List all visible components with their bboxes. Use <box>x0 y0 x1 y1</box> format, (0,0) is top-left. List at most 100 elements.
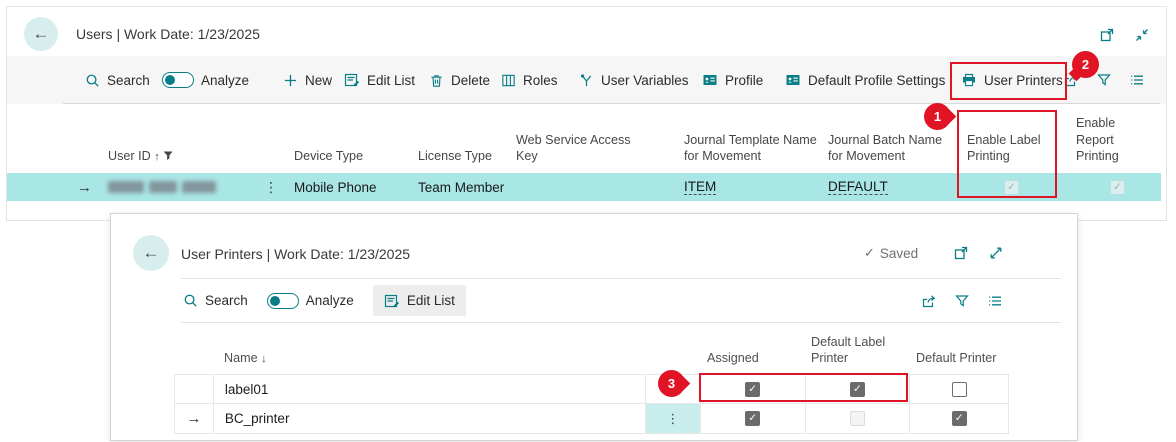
profile-button[interactable]: Profile <box>702 56 763 104</box>
roles-label: Roles <box>523 73 558 88</box>
printers-table-header-row: Name ↓ Assigned Default Label Printer De… <box>174 322 1009 374</box>
page-title: Users | Work Date: 1/23/2025 <box>76 26 260 42</box>
journal-batch-cell[interactable]: DEFAULT <box>828 173 888 201</box>
analyze-label: Analyze <box>201 73 249 88</box>
default-printer-checkbox-cell[interactable] <box>910 404 1008 433</box>
row-selector-cell[interactable]: → <box>175 404 214 433</box>
menu-icon[interactable] <box>1129 72 1145 88</box>
journal-template-cell[interactable]: ITEM <box>684 173 716 201</box>
back-button[interactable]: ← <box>24 17 58 51</box>
collapse-window-icon[interactable] <box>1134 27 1150 43</box>
filter-icon[interactable] <box>1096 72 1112 88</box>
column-header-name[interactable]: Name ↓ <box>224 350 267 367</box>
sort-descending-icon: ↓ <box>261 353 267 365</box>
row-ellipsis-cell[interactable] <box>646 375 701 403</box>
share-icon[interactable] <box>1063 72 1079 88</box>
printer-row-label01[interactable]: label01 <box>174 374 1009 404</box>
trash-icon <box>429 73 444 88</box>
saved-indicator: ✓ Saved <box>864 245 918 261</box>
license-type-cell: Team Member <box>418 173 504 201</box>
column-header-assigned[interactable]: Assigned <box>707 350 807 367</box>
user-printers-button[interactable]: User Printers <box>961 56 1063 104</box>
column-header-enable-label-printing[interactable]: Enable Label Printing <box>967 132 1059 165</box>
search-button[interactable]: Search <box>85 56 150 104</box>
search-icon <box>183 293 198 308</box>
profile-label: Profile <box>725 73 763 88</box>
row-selector-arrow-icon: → <box>77 173 92 201</box>
column-header-user-id[interactable]: User ID ↑ <box>108 148 258 165</box>
dialog-search-button[interactable]: Search <box>183 293 248 308</box>
delete-button[interactable]: Delete <box>429 56 490 104</box>
back-arrow-icon: ← <box>143 243 160 263</box>
dialog-edit-list-label: Edit List <box>407 293 455 308</box>
analyze-toggle[interactable] <box>162 72 194 88</box>
enable-report-printing-checkbox <box>1110 173 1125 201</box>
assigned-checkbox-cell[interactable] <box>701 404 806 433</box>
new-label: New <box>305 73 332 88</box>
profile-settings-card-icon <box>785 72 801 88</box>
row-selector-arrow-icon: → <box>186 410 201 427</box>
default-label-printer-checkbox[interactable] <box>850 382 865 397</box>
menu-icon[interactable] <box>987 293 1003 309</box>
default-printer-checkbox[interactable] <box>952 411 967 426</box>
user-variables-label: User Variables <box>601 73 689 88</box>
column-header-default-label-printer[interactable]: Default Label Printer <box>811 334 903 367</box>
open-in-new-window-icon[interactable] <box>1099 27 1115 43</box>
user-printers-label: User Printers <box>984 73 1063 88</box>
row-ellipsis-cell[interactable]: ⋮ <box>646 404 701 433</box>
profile-card-icon <box>702 72 718 88</box>
share-icon[interactable] <box>921 293 937 309</box>
printer-name-cell[interactable]: BC_printer <box>214 404 646 433</box>
user-variables-button[interactable]: User Variables <box>579 56 689 104</box>
expand-window-icon[interactable] <box>988 245 1004 261</box>
printer-name-cell[interactable]: label01 <box>214 375 646 403</box>
analyze-toggle-group: Analyze <box>162 56 249 104</box>
column-header-web-service-access-key[interactable]: Web Service Access Key <box>516 132 646 165</box>
new-button[interactable]: New <box>283 56 332 104</box>
column-filter-icon <box>163 151 174 161</box>
default-printer-checkbox[interactable] <box>952 382 967 397</box>
column-header-default-printer[interactable]: Default Printer <box>916 350 1008 367</box>
variables-icon <box>579 73 594 88</box>
printer-row-bc-printer[interactable]: → BC_printer ⋮ <box>174 404 1009 434</box>
plus-icon <box>283 73 298 88</box>
columns-icon <box>501 73 516 88</box>
column-header-journal-template[interactable]: Journal Template Name for Movement <box>684 132 824 165</box>
dialog-back-button[interactable]: ← <box>133 235 169 271</box>
row-selector-cell[interactable] <box>175 375 214 403</box>
assigned-checkbox[interactable] <box>745 382 760 397</box>
assigned-checkbox-cell[interactable] <box>701 375 806 403</box>
row-ellipsis-icon[interactable]: ⋮ <box>264 173 278 201</box>
default-profile-settings-button[interactable]: Default Profile Settings <box>785 56 945 104</box>
edit-list-label: Edit List <box>367 73 415 88</box>
search-label: Search <box>107 73 150 88</box>
column-header-license-type[interactable]: License Type <box>418 148 528 165</box>
device-type-cell: Mobile Phone <box>294 173 377 201</box>
default-label-printer-checkbox-cell[interactable] <box>806 404 911 433</box>
edit-list-button[interactable]: Edit List <box>344 56 415 104</box>
column-header-device-type[interactable]: Device Type <box>294 148 394 165</box>
dialog-analyze-toggle[interactable] <box>267 293 299 309</box>
users-command-bar: Search Analyze New Edit List <box>7 56 1166 104</box>
name-header-label: Name <box>224 351 258 365</box>
user-table-row-selected[interactable]: → ⋮ Mobile Phone Team Member ITEM DEFAUL… <box>7 173 1161 201</box>
open-in-new-window-icon[interactable] <box>953 245 969 261</box>
dialog-edit-list-button[interactable]: Edit List <box>373 285 466 316</box>
dialog-search-label: Search <box>205 293 248 308</box>
user-printers-dialog: ← User Printers | Work Date: 1/23/2025 ✓… <box>110 213 1078 441</box>
column-header-enable-report-printing[interactable]: Enable Report Printing <box>1076 115 1140 165</box>
edit-list-icon <box>344 72 360 88</box>
roles-button[interactable]: Roles <box>501 56 558 104</box>
printer-icon <box>961 72 977 88</box>
enable-label-printing-checkbox <box>1004 173 1019 201</box>
user-id-header-label: User ID <box>108 149 151 163</box>
saved-label: Saved <box>880 246 918 261</box>
column-header-journal-batch[interactable]: Journal Batch Name for Movement <box>828 132 960 165</box>
dialog-analyze-label: Analyze <box>306 293 354 308</box>
assigned-checkbox[interactable] <box>745 411 760 426</box>
default-label-printer-checkbox-cell[interactable] <box>806 375 911 403</box>
back-arrow-icon: ← <box>33 24 50 44</box>
dialog-title: User Printers | Work Date: 1/23/2025 <box>181 246 410 262</box>
filter-icon[interactable] <box>954 293 970 309</box>
default-printer-checkbox-cell[interactable] <box>910 375 1008 403</box>
